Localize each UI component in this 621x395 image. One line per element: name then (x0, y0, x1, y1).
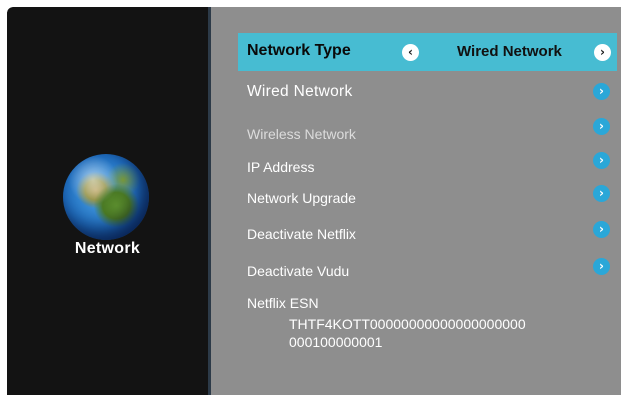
menu-item-label: Deactivate Netflix (247, 226, 356, 242)
settings-panel: Network Type ‹ Wired Network › Wired Net… (211, 7, 621, 395)
sidebar-title: Network (74, 240, 141, 257)
network-type-row[interactable]: Network Type ‹ Wired Network › (238, 33, 617, 71)
menu-item-deactivate-netflix[interactable]: Deactivate Netflix (247, 226, 356, 242)
menu-item-label: IP Address (247, 159, 315, 175)
network-type-value: Wired Network (457, 43, 562, 60)
esn-line-2: 000100000001 (289, 334, 383, 350)
menu-item-deactivate-vudu[interactable]: Deactivate Vudu (247, 263, 349, 279)
globe-icon (63, 154, 149, 240)
esn-line-1: THTF4KOTT00000000000000000000 (289, 316, 526, 332)
network-type-label: Network Type (247, 42, 351, 59)
network-settings-screen: Network Network Type ‹ Wired Network › W… (7, 7, 621, 395)
chevron-right-icon[interactable]: › (593, 83, 610, 100)
menu-item-wireless-network[interactable]: Wireless Network (247, 126, 356, 142)
chevron-right-icon[interactable]: › (593, 152, 610, 169)
menu-item-label: Wired Network (247, 83, 353, 100)
chevron-left-icon[interactable]: ‹ (402, 44, 419, 61)
menu-item-wired-network[interactable]: Wired Network (247, 83, 353, 101)
netflix-esn-value: THTF4KOTT00000000000000000000 0001000000… (289, 315, 589, 351)
menu-item-label: Network Upgrade (247, 190, 356, 206)
menu-item-label: Wireless Network (247, 126, 356, 142)
menu-item-label: Deactivate Vudu (247, 263, 350, 279)
menu-item-ip-address[interactable]: IP Address (247, 159, 314, 175)
chevron-right-icon[interactable]: › (593, 258, 610, 275)
chevron-right-icon[interactable]: › (593, 185, 610, 202)
menu-item-network-upgrade[interactable]: Network Upgrade (247, 190, 356, 206)
sidebar: Network (7, 7, 208, 395)
netflix-esn-label: Netflix ESN (247, 295, 319, 311)
chevron-right-icon[interactable]: › (593, 118, 610, 135)
chevron-right-icon[interactable]: › (594, 44, 611, 61)
chevron-right-icon[interactable]: › (593, 221, 610, 238)
